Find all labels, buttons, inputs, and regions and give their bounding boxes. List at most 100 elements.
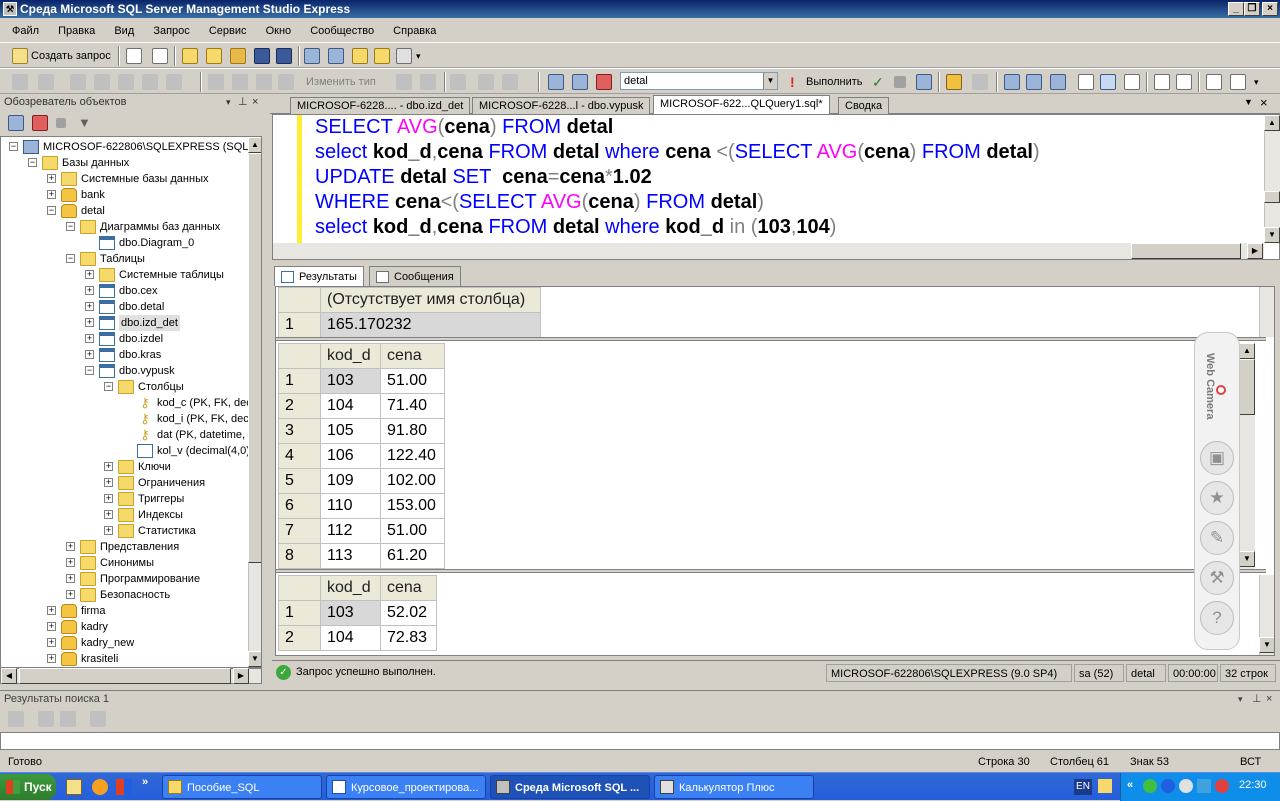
tree-node[interactable]: − MICROSOF-622806\SQLEXPRESS (SQL Ser [1, 139, 261, 155]
new-project-icon[interactable] [152, 48, 168, 64]
tree-node[interactable]: − Столбцы [1, 379, 247, 395]
spatial-icon[interactable] [166, 74, 182, 90]
expand-icon[interactable]: + [85, 350, 94, 359]
clear-results-icon[interactable] [90, 711, 106, 727]
relationship-icon[interactable] [70, 74, 86, 90]
tree-node[interactable]: + krasiteli [1, 651, 247, 667]
scroll-down-button[interactable]: ▼ [248, 651, 261, 667]
grid2-scroll-thumb[interactable] [1239, 359, 1255, 415]
criteria-pane-icon[interactable] [232, 74, 248, 90]
result-grid-1[interactable]: (Отсутствует имя столбца) 1 165.170232 [278, 287, 541, 338]
expand-icon[interactable]: + [85, 286, 94, 295]
expand-icon[interactable]: + [104, 462, 113, 471]
tree-node[interactable]: + Статистика [1, 523, 247, 539]
tree-node[interactable]: + Ограничения [1, 475, 247, 491]
intellisense-icon[interactable] [972, 74, 988, 90]
sql-editor[interactable]: SELECT AVG(cena) FROM detal select kod_d… [272, 114, 1280, 260]
tab-summary[interactable]: Сводка [838, 97, 890, 114]
open-folder-icon[interactable] [206, 48, 222, 64]
tree-node[interactable]: + dbo.kras [1, 347, 247, 363]
dropdown-icon[interactable]: ▾ [1238, 691, 1243, 707]
table-row[interactable]: 5 109 102.00 [278, 468, 445, 494]
table-row[interactable]: 7 112 51.00 [278, 518, 445, 544]
table-cell[interactable]: 113 [320, 543, 381, 569]
table-cell[interactable]: 153.00 [380, 493, 445, 519]
database-select[interactable]: detal ▼ [620, 72, 778, 90]
tree-node[interactable]: + Системные таблицы [1, 267, 247, 283]
table-row[interactable]: 1 103 51.00 [278, 368, 445, 394]
client-stats-icon[interactable] [1026, 74, 1042, 90]
expand-icon[interactable]: + [47, 190, 56, 199]
tray-update-icon[interactable] [1179, 779, 1193, 793]
table-cell[interactable]: 122.40 [380, 443, 445, 469]
execute-button[interactable]: Выполнить [806, 74, 862, 90]
expand-icon[interactable]: + [66, 542, 75, 551]
expand-icon[interactable]: + [66, 590, 75, 599]
scroll-right-button[interactable]: ▶ [233, 668, 249, 684]
collapse-icon[interactable]: − [47, 206, 56, 215]
expand-icon[interactable]: + [47, 638, 56, 647]
expand-icon[interactable]: + [66, 574, 75, 583]
toolbar-overflow-icon[interactable]: ▾ [416, 48, 426, 64]
tree-node[interactable]: − Таблицы [1, 251, 247, 267]
tree-node[interactable]: + dbo.detal [1, 299, 247, 315]
filter-icon[interactable]: ▼ [78, 115, 94, 131]
editor-hscroll-thumb[interactable] [1131, 243, 1241, 259]
task-ssms[interactable]: Среда Microsoft SQL ... [490, 775, 650, 799]
table-cell[interactable]: 104 [320, 625, 381, 651]
collapse-icon[interactable]: − [104, 382, 113, 391]
expand-icon[interactable]: + [104, 526, 113, 535]
tree-hscroll[interactable]: ◀ ▶ [0, 668, 262, 684]
table-row[interactable]: 4 106 122.40 [278, 443, 445, 469]
table-row[interactable]: 6 110 153.00 [278, 493, 445, 519]
expand-icon[interactable]: + [104, 510, 113, 519]
increase-indent-icon[interactable] [1230, 74, 1246, 90]
scroll-up-button[interactable]: ▲ [248, 137, 261, 153]
results-to-grid-icon[interactable] [1078, 74, 1094, 90]
expand-icon[interactable]: + [85, 334, 94, 343]
close-panel-icon[interactable]: × [1266, 691, 1272, 707]
object-explorer-icon[interactable] [328, 48, 344, 64]
new-query-button[interactable]: Создать запрос [31, 48, 111, 64]
table-cell[interactable]: 109 [320, 468, 381, 494]
quicklaunch-apps-icon[interactable] [116, 779, 132, 795]
menu-view[interactable]: Вид [106, 20, 142, 42]
tray-expand-icon[interactable]: « [1127, 779, 1133, 791]
tab-query1[interactable]: MICROSOF-622...QLQuery1.sql* [653, 95, 830, 115]
comment-icon[interactable] [1154, 74, 1170, 90]
parse-icon[interactable]: ✓ [872, 74, 888, 90]
tree-node[interactable]: + Представления [1, 539, 247, 555]
column-header[interactable]: kod_d [320, 575, 381, 601]
tree-node[interactable]: + Синонимы [1, 555, 247, 571]
add-table-icon[interactable] [478, 74, 494, 90]
table-cell[interactable]: 105 [320, 418, 381, 444]
dropdown-icon[interactable]: ▾ [226, 94, 231, 110]
expand-icon[interactable]: + [47, 606, 56, 615]
key-tool-icon[interactable] [38, 74, 54, 90]
close-button[interactable]: × [1262, 2, 1278, 16]
change-type-button[interactable]: Изменить тип [306, 74, 376, 90]
table-cell[interactable]: 51.00 [380, 518, 445, 544]
cancel-query-icon[interactable] [894, 76, 906, 88]
grid-splitter[interactable] [276, 337, 1266, 341]
table-cell[interactable]: 104 [320, 393, 381, 419]
tree-node[interactable]: + Индексы [1, 507, 247, 523]
expand-icon[interactable]: + [66, 558, 75, 567]
properties-icon[interactable] [374, 48, 390, 64]
tab-vypusk[interactable]: MICROSOF-6228...l - dbo.vypusk [472, 97, 651, 114]
check-icon[interactable] [142, 74, 158, 90]
task-kursovoe[interactable]: Курсовое_проектирова... [326, 775, 486, 799]
tray-display-icon[interactable] [1197, 779, 1211, 793]
table-cell[interactable]: 112 [320, 518, 381, 544]
scroll-down-button[interactable]: ▼ [1264, 227, 1280, 243]
scroll-thumb[interactable] [248, 153, 261, 563]
tree-node[interactable]: kol_v (decimal(4,0) [1, 443, 250, 459]
query-options-icon[interactable] [946, 74, 962, 90]
tabs-dropdown-icon[interactable]: ▼ [1244, 97, 1253, 107]
execute-sql-icon[interactable] [396, 74, 412, 90]
table-row[interactable]: 1 103 52.02 [278, 600, 437, 626]
collapse-icon[interactable]: − [85, 366, 94, 375]
connect-icon[interactable] [230, 48, 246, 64]
expand-icon[interactable]: + [47, 622, 56, 631]
uncomment-icon[interactable] [1176, 74, 1192, 90]
